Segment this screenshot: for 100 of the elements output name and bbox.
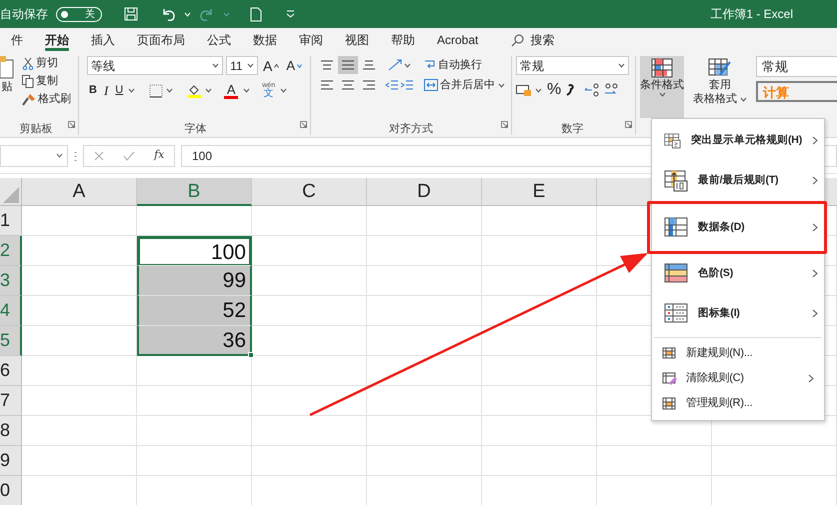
orientation-icon[interactable] [387,58,403,72]
font-color-button[interactable]: A [222,82,240,100]
merge-center-button[interactable]: 合并后居中 [422,78,497,92]
cell[interactable] [482,356,597,386]
format-painter-button[interactable]: 格式刷 [20,92,73,107]
enter-icon[interactable] [122,150,135,160]
caret-icon[interactable] [243,88,250,93]
insert-function-button[interactable]: fx [154,147,164,164]
row-header[interactable]: 4 [0,296,22,326]
caret-icon[interactable] [658,92,666,97]
cell[interactable]: 100 [137,236,252,266]
cell[interactable] [22,446,137,476]
cut-button[interactable]: 剪切 [20,56,73,71]
menu-item[interactable]: 新建规则(N)... [652,341,824,366]
cell[interactable] [712,446,837,476]
number-format-select[interactable]: 常规 [516,56,629,75]
row-header[interactable]: 0 [0,476,22,505]
cell[interactable] [252,386,367,416]
ribbon-tab[interactable]: 件 [0,28,34,52]
shrink-font-button[interactable]: A [284,58,304,73]
ribbon-tab[interactable]: 开始 [34,28,80,52]
autosave-toggle[interactable]: 关 [56,6,102,22]
cell[interactable] [482,236,597,266]
row-header[interactable]: 7 [0,386,22,416]
cell[interactable] [367,386,482,416]
cell[interactable] [482,416,597,446]
cell[interactable] [482,386,597,416]
percent-button[interactable]: % [545,81,564,99]
cell[interactable] [482,206,597,236]
currency-icon[interactable] [516,83,532,97]
caret-icon[interactable] [212,63,220,68]
ribbon-tab[interactable]: 数据 [242,28,288,52]
cell[interactable] [137,386,252,416]
cell[interactable] [252,296,367,326]
caret-icon[interactable] [618,63,625,68]
increase-indent-icon[interactable] [400,78,414,92]
caret-icon[interactable] [740,96,747,102]
row-header[interactable]: 2 [0,236,22,266]
customize-icon[interactable] [286,10,295,18]
cell-style-swatch[interactable]: 常规 [756,56,837,77]
cell[interactable] [22,356,137,386]
paste-button[interactable]: 贴 [0,56,14,94]
decrease-indent-icon[interactable] [385,78,399,92]
ribbon-tab[interactable]: 帮助 [380,28,426,52]
caret-icon[interactable] [246,63,254,68]
ribbon-tab[interactable]: 公式 [196,28,242,52]
dialog-launcher-icon[interactable] [300,121,307,128]
cell[interactable] [367,266,482,296]
copy-button[interactable]: 复制 [20,74,73,89]
cell[interactable] [22,416,137,446]
cell[interactable] [252,206,367,236]
cell[interactable] [367,356,482,386]
cell[interactable] [367,446,482,476]
increase-decimal-icon[interactable] [584,83,600,97]
italic-button[interactable]: I [102,83,110,98]
underline-button[interactable]: U [113,84,126,97]
column-header[interactable]: D [367,178,482,206]
cell[interactable] [482,266,597,296]
cell[interactable]: 52 [137,296,252,326]
cancel-icon[interactable] [94,150,104,160]
cell[interactable] [367,206,482,236]
column-header[interactable]: A [22,178,137,206]
cell[interactable] [367,416,482,446]
ribbon-tab[interactable]: 页面布局 [126,28,196,52]
search-icon[interactable] [511,34,524,46]
cell[interactable] [22,386,137,416]
column-header[interactable]: E [482,178,597,206]
cell[interactable] [482,446,597,476]
cell[interactable] [482,296,597,326]
cell[interactable] [137,446,252,476]
cell[interactable] [137,416,252,446]
row-header[interactable]: 9 [0,446,22,476]
cell[interactable] [367,236,482,266]
cell[interactable] [252,416,367,446]
cell[interactable] [252,326,367,356]
ribbon-tab[interactable]: 视图 [334,28,380,52]
column-header[interactable]: C [252,178,367,206]
dialog-launcher-icon[interactable] [501,121,508,128]
comma-style-icon[interactable] [566,84,574,96]
caret-icon[interactable] [166,88,174,93]
row-header[interactable]: 8 [0,416,22,446]
cell[interactable] [482,326,597,356]
menu-item[interactable]: 管理规则(R)... [652,391,824,416]
cell[interactable] [367,326,482,356]
menu-item[interactable]: 图标集(I) [652,294,824,334]
caret-icon[interactable] [404,62,411,68]
cell[interactable]: 36 [137,326,252,356]
borders-icon[interactable] [149,84,164,98]
save-icon[interactable] [124,7,138,21]
cell[interactable] [252,446,367,476]
menu-item[interactable]: 色阶(S) [652,254,824,294]
caret-icon[interactable] [498,82,505,88]
cell[interactable] [252,356,367,386]
cell[interactable] [597,446,712,476]
cell[interactable]: 99 [137,266,252,296]
caret-icon[interactable] [535,88,542,92]
cell[interactable] [137,356,252,386]
format-as-table-button[interactable]: 套用 表格格式 [690,56,750,118]
middle-align-button[interactable] [338,56,358,74]
conditional-formatting-button[interactable]: 条件格式 [640,56,684,118]
